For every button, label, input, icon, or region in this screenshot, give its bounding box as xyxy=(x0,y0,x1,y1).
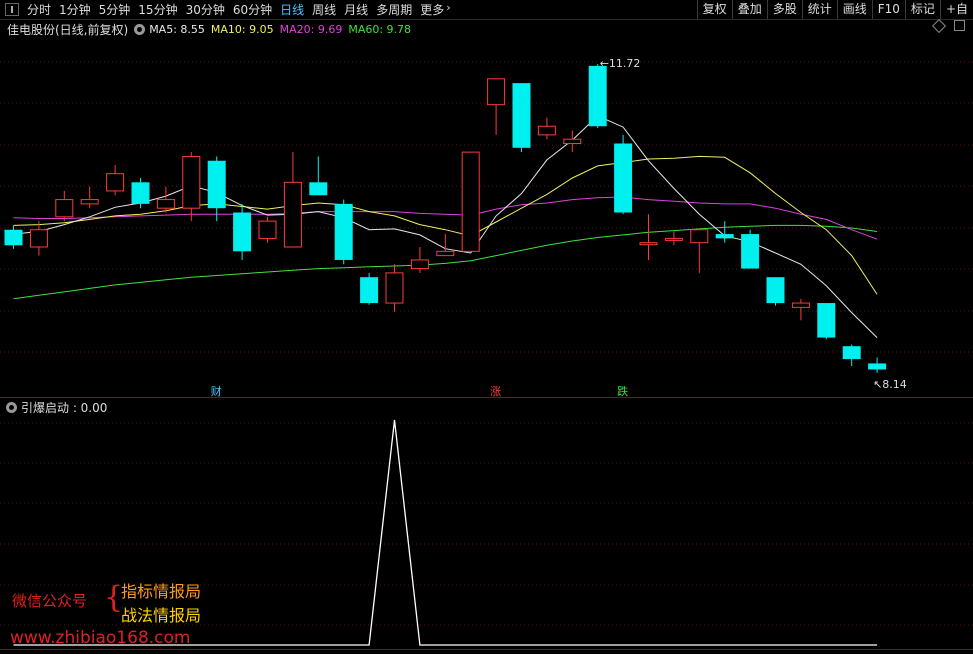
candle-body xyxy=(791,302,810,308)
candle-body xyxy=(842,346,861,360)
candle-body xyxy=(614,143,633,213)
kline-chart[interactable] xyxy=(0,0,973,654)
candle-body xyxy=(487,78,506,106)
watermark-line2: 指标情报局 xyxy=(121,582,202,601)
candle-body xyxy=(283,181,302,248)
candle-body xyxy=(664,237,683,241)
candle-body xyxy=(334,203,353,260)
candle-body xyxy=(410,259,429,270)
watermark-url: www.zhibiao168.com xyxy=(10,628,191,648)
event-tag-fall[interactable]: 跌 xyxy=(617,383,628,399)
low-price-label: ↖8.14 xyxy=(873,377,907,391)
candle-body xyxy=(385,272,404,304)
candle-body xyxy=(461,151,480,252)
indicator-gear-icon[interactable] xyxy=(6,401,17,413)
watermark-line3: 战法情报局 xyxy=(121,606,202,625)
candle-body xyxy=(588,65,607,127)
candle-body xyxy=(131,182,150,204)
candle-body xyxy=(563,138,582,144)
candle-body xyxy=(309,182,328,196)
candle-body xyxy=(715,234,734,239)
candle-body xyxy=(258,220,277,239)
candle-body xyxy=(512,83,531,148)
candle-body xyxy=(80,199,99,205)
candle-body xyxy=(436,250,455,257)
candle-body xyxy=(690,229,709,244)
event-tag-rise[interactable]: 涨 xyxy=(490,383,501,399)
candle-body xyxy=(817,303,836,338)
candle-body xyxy=(360,277,379,304)
watermark-wechat: 微信公众号 xyxy=(12,592,88,610)
ma10-line xyxy=(13,155,878,295)
candle-body xyxy=(207,160,226,209)
candle-body xyxy=(55,199,74,218)
candle-body xyxy=(766,277,785,304)
candle-body xyxy=(639,242,658,246)
candle-body xyxy=(741,234,760,269)
candle-body xyxy=(106,173,125,192)
candle-body xyxy=(4,229,23,246)
candle-body xyxy=(182,155,201,209)
candle-body xyxy=(156,199,175,209)
high-price-label: ←11.72 xyxy=(599,57,641,71)
event-tag-finance[interactable]: 财 xyxy=(211,383,222,399)
candle-body xyxy=(233,212,252,252)
indicator-label: 引爆启动 : 0.00 xyxy=(21,400,108,415)
candle-body xyxy=(537,125,556,136)
candle-body xyxy=(868,363,887,370)
indicator-title-row: 引爆启动 : 0.00 xyxy=(0,399,107,415)
candle-body xyxy=(29,229,48,248)
